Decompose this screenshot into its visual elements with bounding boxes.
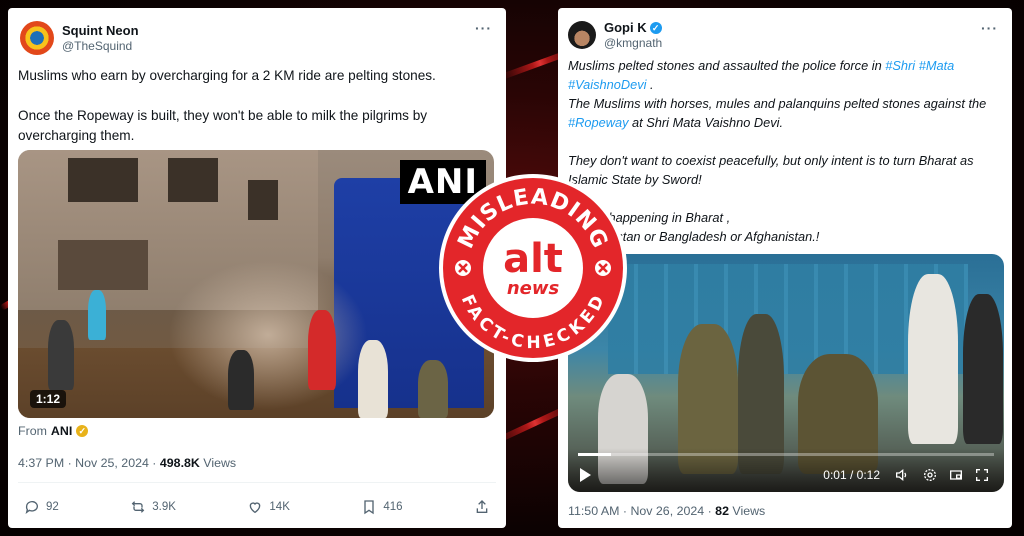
more-options-icon[interactable]: ···: [475, 20, 492, 36]
verified-org-icon: ✓: [76, 425, 89, 437]
timestamp-link[interactable]: 11:50 AM · Nov 26, 2024 ·: [568, 504, 715, 518]
tweet-paragraph: Once the Ropeway is built, they won't be…: [18, 108, 428, 143]
repost-icon: [131, 501, 145, 513]
hashtag-link[interactable]: #Ropeway: [568, 115, 628, 130]
text-span: The Muslims with horses, mules and palan…: [568, 96, 987, 111]
from-source-link[interactable]: ANI: [51, 424, 72, 438]
timestamp-link[interactable]: 4:37 PM · Nov 25, 2024 ·: [18, 456, 160, 470]
hashtag-link[interactable]: #Mata: [919, 58, 955, 73]
tweet-card-right: Gopi K ✓ @kmgnath ··· Muslims pelted sto…: [558, 8, 1012, 528]
share-icon: [476, 500, 488, 513]
avatar[interactable]: [20, 21, 54, 55]
volume-icon[interactable]: [894, 467, 910, 483]
media-attribution: From ANI ✓: [8, 418, 506, 444]
hashtag-link[interactable]: #VaishnoDevi: [568, 77, 647, 92]
tweet-paragraph: Muslims who earn by overcharging for a 2…: [18, 68, 436, 83]
video-frame-dust: [168, 260, 368, 410]
tweet-text: Muslims who earn by overcharging for a 2…: [8, 60, 506, 150]
pip-icon[interactable]: [948, 467, 964, 483]
text-span: Muslims pelted stones and assaulted the …: [568, 58, 886, 73]
close-x-icon: [595, 260, 611, 276]
bookmark-count: 416: [383, 501, 403, 513]
display-name[interactable]: Gopi K: [604, 20, 647, 36]
video-progress-bar[interactable]: [578, 453, 994, 456]
tweet-paragraph: They don't want to coexist peacefully, b…: [568, 153, 974, 187]
close-x-icon: [455, 260, 471, 276]
tweet-paragraph: Muslims pelted stones and assaulted the …: [568, 56, 1002, 132]
views-count: 82: [715, 504, 729, 518]
tweet-header: Squint Neon @TheSquind ···: [8, 8, 506, 60]
handle[interactable]: @kmgnath: [604, 36, 662, 50]
seal-brand-news: news: [507, 278, 560, 299]
tweet-text: Muslims pelted stones and assaulted the …: [558, 54, 1012, 254]
views-label: Views: [199, 456, 237, 470]
avatar[interactable]: [568, 21, 596, 49]
progress-fill: [578, 453, 612, 456]
like-button[interactable]: 14K: [247, 499, 290, 515]
share-button[interactable]: [474, 499, 490, 515]
more-options-icon[interactable]: ···: [981, 20, 998, 36]
handle[interactable]: @TheSquind: [62, 39, 139, 53]
reply-button[interactable]: 92: [24, 499, 59, 515]
tweet-meta: 4:37 PM · Nov 25, 2024 · 498.8K Views: [8, 444, 506, 470]
repost-count: 3.9K: [152, 501, 176, 513]
verified-badge-icon: ✓: [649, 21, 662, 34]
action-bar: 92 3.9K 14K 416: [8, 483, 506, 515]
like-count: 14K: [269, 501, 290, 513]
settings-gear-icon[interactable]: [922, 467, 938, 483]
reply-icon: [25, 501, 38, 514]
tweet-header: Gopi K ✓ @kmgnath ···: [558, 8, 1012, 54]
video-time: 0:01 / 0:12: [823, 468, 880, 482]
views-count: 498.8K: [159, 456, 200, 470]
display-name[interactable]: Squint Neon: [62, 23, 139, 39]
bookmark-icon: [364, 500, 375, 515]
tweet-paragraph: This is happening in Bharat , Not Pakist…: [568, 208, 1002, 246]
video-duration: 1:12: [30, 390, 67, 408]
repost-button[interactable]: 3.9K: [130, 499, 176, 515]
reply-count: 92: [46, 501, 59, 513]
text-span: .: [646, 77, 654, 92]
heart-icon: [250, 502, 261, 514]
tweet-meta: 11:50 AM · Nov 26, 2024 · 82 Views: [558, 492, 1012, 518]
views-label: Views: [728, 504, 766, 518]
play-icon[interactable]: [580, 468, 591, 482]
alt-news-fact-check-seal: MISLEADING FACT-CHECKED alt news: [441, 176, 625, 360]
video-player[interactable]: ANI 1:12: [18, 150, 494, 418]
tweet-card-left: Squint Neon @TheSquind ··· Muslims who e…: [8, 8, 506, 528]
fullscreen-icon[interactable]: [974, 467, 990, 483]
seal-graphic: MISLEADING FACT-CHECKED alt news: [443, 178, 623, 358]
text-span: at Shri Mata Vaishno Devi.: [628, 115, 784, 130]
from-prefix: From: [18, 424, 47, 438]
hashtag-link[interactable]: #Shri: [885, 58, 915, 73]
bookmark-button[interactable]: 416: [361, 499, 403, 515]
video-player[interactable]: 0:01 / 0:12: [568, 254, 1004, 492]
seal-brand-alt: alt: [503, 236, 563, 282]
